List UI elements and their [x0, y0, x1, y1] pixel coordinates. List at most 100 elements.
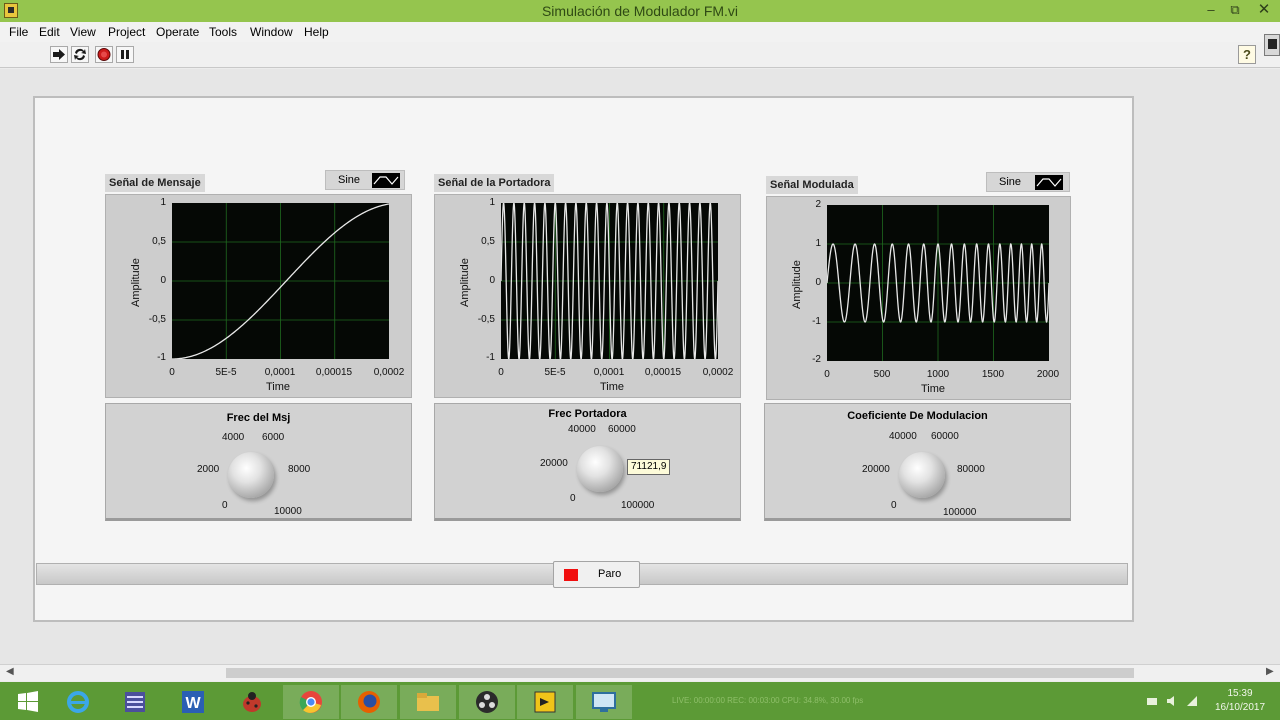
knob-scale-label: 2000 — [197, 464, 220, 475]
frec-msj-knob[interactable] — [228, 452, 274, 498]
minimize-button[interactable]: – — [1200, 1, 1222, 19]
y-tick: 2 — [815, 199, 821, 210]
frec-portadora-knob[interactable] — [577, 446, 623, 492]
context-help-button[interactable]: ? — [1238, 45, 1256, 64]
scroll-right-arrow-icon[interactable]: ▶ — [1266, 666, 1274, 677]
recording-status-overlay: LIVE: 00:00:00 REC: 00:03:00 CPU: 34.8%,… — [672, 696, 864, 705]
taskbar-labview[interactable] — [517, 685, 573, 719]
menu-help[interactable]: Help — [304, 25, 329, 39]
menu-window[interactable]: Window — [250, 25, 293, 39]
graph-senal-portadora: Señal de la Portadora 1 0,5 0 -0,5 -1 0 … — [434, 174, 741, 398]
taskbar-obs[interactable] — [459, 685, 515, 719]
knob-scale-label: 0 — [222, 500, 228, 511]
graph-frame: 1 0,5 0 -0,5 -1 0 5E-5 0,0001 0,00015 0,… — [434, 194, 741, 398]
taskbar-word[interactable]: W — [165, 685, 221, 719]
menu-project[interactable]: Project — [108, 25, 145, 39]
knob-panel-coeficiente: Coeficiente De Modulacion 40000 60000 20… — [764, 403, 1071, 521]
x-tick: 0,00015 — [644, 367, 682, 378]
knob-scale-label: 100000 — [621, 500, 655, 511]
taskbar-remote-desktop[interactable] — [576, 685, 632, 719]
taskbar-ladybug-app[interactable] — [224, 685, 280, 719]
taskbar-firefox[interactable] — [341, 685, 397, 719]
plot-legend[interactable]: Sine — [986, 172, 1070, 192]
legend-series-name: Sine — [338, 174, 361, 186]
knob-scale-label: 40000 — [889, 431, 917, 442]
graph-frame: 2 1 0 -1 -2 0 500 1000 1500 2000 Time Am… — [766, 196, 1071, 400]
taskbar-server-manager[interactable] — [107, 685, 163, 719]
knob-scale-label: 60000 — [608, 424, 636, 435]
close-button[interactable]: ✕ — [1248, 1, 1280, 19]
graph-label: Señal Modulada — [766, 176, 858, 194]
y-tick: -1 — [157, 352, 166, 363]
graph-label: Señal de la Portadora — [434, 174, 555, 192]
x-tick: 0,0001 — [264, 367, 296, 378]
scrollbar-thumb[interactable] — [226, 668, 1134, 678]
menu-operate[interactable]: Operate — [156, 25, 199, 39]
knob-scale-label: 100000 — [943, 507, 977, 518]
vi-connector-icon — [1264, 34, 1280, 56]
start-button[interactable] — [0, 685, 56, 719]
abort-stop-icon — [97, 48, 111, 61]
knob-scale-label: 4000 — [222, 432, 245, 443]
knob-scale-label: 20000 — [862, 464, 890, 475]
x-tick: 0 — [169, 367, 175, 378]
scroll-left-arrow-icon[interactable]: ◀ — [6, 666, 14, 677]
restore-button[interactable]: ⧉ — [1224, 1, 1246, 19]
run-continuously-button[interactable] — [71, 46, 89, 63]
knob-scale-label: 60000 — [931, 431, 959, 442]
wifi-signal-icon[interactable] — [1186, 695, 1198, 707]
plot-area[interactable] — [827, 205, 1049, 361]
plot-area[interactable] — [501, 203, 718, 359]
horizontal-scrollbar[interactable]: ◀ ▶ — [0, 664, 1280, 681]
x-axis-label: Time — [921, 383, 946, 395]
pause-button[interactable] — [116, 46, 134, 63]
graph-senal-mensaje: Señal de Mensaje Sine 1 0,5 0 -0,5 -1 0 … — [105, 170, 412, 398]
window-title: Simulación de Modulador FM.vi — [541, 3, 739, 19]
menu-file[interactable]: File — [9, 25, 28, 39]
plot-area[interactable] — [172, 203, 389, 359]
y-tick: 1 — [160, 197, 166, 208]
folder-icon — [417, 693, 439, 711]
x-tick: 0 — [498, 367, 504, 378]
x-tick: 2000 — [1036, 369, 1060, 380]
plot-svg — [501, 203, 718, 359]
y-tick: -1 — [486, 352, 495, 363]
y-tick: 0,5 — [481, 236, 495, 247]
y-axis-label: Amplitude — [791, 260, 803, 309]
taskbar-clock[interactable]: 15:39 16/10/2017 — [1210, 687, 1270, 715]
menu-view[interactable]: View — [70, 25, 96, 39]
y-tick: -0,5 — [148, 314, 166, 325]
graph-senal-modulada: Señal Modulada Sine 2 1 0 -1 -2 0 500 10… — [766, 172, 1071, 400]
knob-panel-frec-portadora: Frec Portadora 40000 60000 20000 0 10000… — [434, 403, 741, 521]
firefox-icon — [358, 691, 380, 713]
labview-icon — [534, 691, 556, 713]
plot-svg — [172, 203, 389, 359]
remote-desktop-icon — [592, 692, 616, 712]
coeficiente-knob[interactable] — [899, 452, 945, 498]
plot-legend[interactable]: Sine — [325, 170, 405, 190]
clock-date: 16/10/2017 — [1214, 702, 1266, 713]
sine-wave-icon — [1035, 175, 1063, 190]
network-icon[interactable] — [1146, 695, 1158, 707]
knob-scale-label: 40000 — [568, 424, 596, 435]
knob-scale-label: 20000 — [540, 458, 568, 469]
windows-taskbar: W LIVE: 00:00:00 REC: 00:03:00 CPU: 34.8… — [0, 682, 1280, 720]
volume-icon[interactable] — [1166, 695, 1178, 707]
menu-edit[interactable]: Edit — [39, 25, 60, 39]
graph-label: Señal de Mensaje — [105, 174, 205, 192]
x-tick: 500 — [873, 369, 891, 380]
taskbar-file-explorer[interactable] — [400, 685, 456, 719]
taskbar-internet-explorer[interactable] — [50, 685, 106, 719]
abort-button[interactable] — [95, 46, 113, 63]
menu-tools[interactable]: Tools — [209, 25, 237, 39]
taskbar-chrome[interactable] — [283, 685, 339, 719]
y-tick: 1 — [815, 238, 821, 249]
word-icon: W — [182, 691, 204, 713]
obs-icon — [476, 691, 498, 713]
stop-led-indicator — [564, 569, 578, 581]
y-tick: -2 — [812, 354, 821, 365]
sine-wave-icon — [372, 173, 400, 188]
x-tick: 1000 — [926, 369, 950, 380]
run-button[interactable] — [50, 46, 68, 63]
paro-button[interactable]: Paro — [553, 561, 640, 588]
